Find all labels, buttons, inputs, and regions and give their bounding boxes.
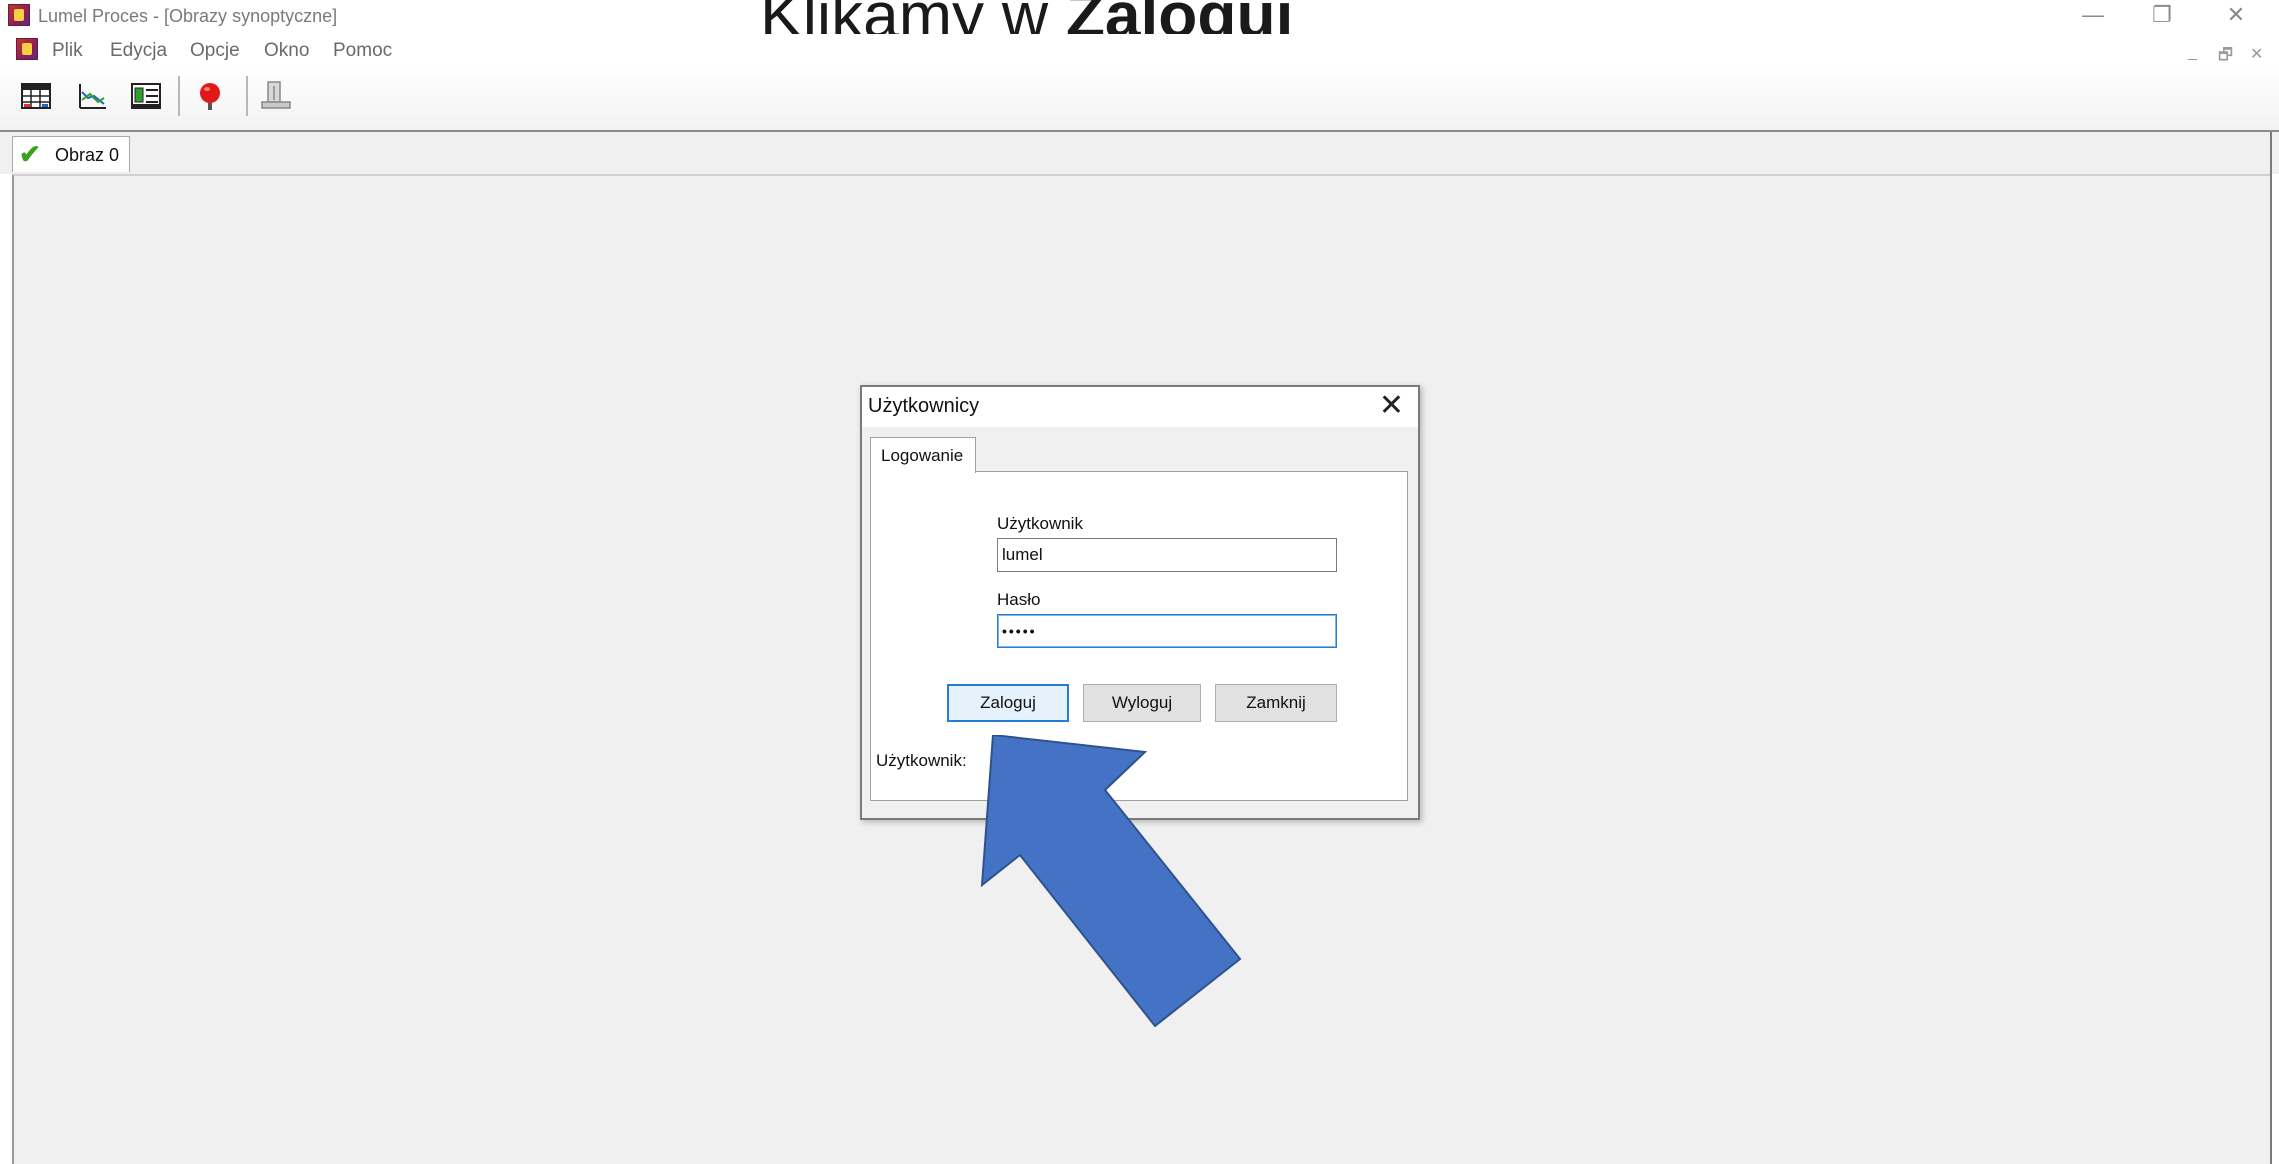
- tab-logowanie[interactable]: Logowanie: [870, 437, 976, 473]
- toolbar-separator: [246, 76, 248, 116]
- table-icon[interactable]: [18, 78, 54, 114]
- dialog-title: Użytkownicy: [868, 395, 980, 417]
- logout-button[interactable]: Wyloguj: [1083, 684, 1201, 722]
- minimize-icon[interactable]: —: [2078, 2, 2108, 28]
- menu-edycja[interactable]: Edycja: [110, 40, 167, 62]
- window-title: Lumel Proces - [Obrazy synoptyczne]: [38, 6, 338, 26]
- menu-opcje[interactable]: Opcje: [190, 40, 240, 62]
- menu-bar: Plik Edycja Opcje Okno Pomoc: [0, 34, 2279, 68]
- tab-logowanie-label: Logowanie: [881, 446, 964, 465]
- restore-icon[interactable]: ❐: [2147, 2, 2177, 28]
- tab-label: Obraz 0: [55, 145, 120, 165]
- menu-plik[interactable]: Plik: [52, 40, 83, 62]
- printer-icon[interactable]: [258, 78, 294, 114]
- tab-obraz-0[interactable]: ✔ Obraz 0: [12, 136, 130, 172]
- password-field[interactable]: •••••: [997, 614, 1337, 648]
- login-button[interactable]: Zaloguj: [947, 684, 1069, 722]
- checkmark-icon: ✔: [19, 139, 41, 169]
- toolbar: [0, 68, 2279, 132]
- dialog-close-icon[interactable]: ✕: [1379, 389, 1404, 423]
- mdi-restore-icon[interactable]: 🗗: [2218, 44, 2233, 71]
- app-window: Lumel Proces - [Obrazy synoptyczne] — ❐ …: [0, 0, 2279, 1164]
- current-user-label: Użytkownik:: [876, 751, 967, 770]
- user-field[interactable]: lumel: [997, 538, 1337, 572]
- close-icon[interactable]: ✕: [2221, 2, 2251, 28]
- mdi-minimize-icon[interactable]: _: [2188, 44, 2197, 62]
- user-label: Użytkownik: [997, 514, 1083, 533]
- menu-okno[interactable]: Okno: [264, 40, 309, 62]
- user-field-value: lumel: [1002, 545, 1043, 564]
- close-button[interactable]: Zamknij: [1215, 684, 1337, 722]
- panel-icon[interactable]: [128, 78, 164, 114]
- mdi-close-icon[interactable]: ✕: [2250, 44, 2263, 64]
- pointer-arrow-shape: [980, 735, 1242, 1028]
- pointer-arrow: [980, 735, 1242, 1028]
- workspace-border: [2270, 132, 2272, 1164]
- dialog-title-bar: Użytkownicy ✕: [862, 387, 1418, 427]
- alarm-icon[interactable]: [192, 78, 228, 114]
- password-field-value: •••••: [1002, 623, 1037, 639]
- toolbar-separator: [178, 76, 180, 116]
- app-logo-icon: [8, 4, 30, 26]
- menu-pomoc[interactable]: Pomoc: [333, 40, 392, 62]
- mdi-app-icon[interactable]: [16, 38, 38, 60]
- document-tab-strip: ✔ Obraz 0: [0, 132, 2279, 174]
- password-label: Hasło: [997, 590, 1041, 609]
- chart-icon[interactable]: [74, 78, 110, 114]
